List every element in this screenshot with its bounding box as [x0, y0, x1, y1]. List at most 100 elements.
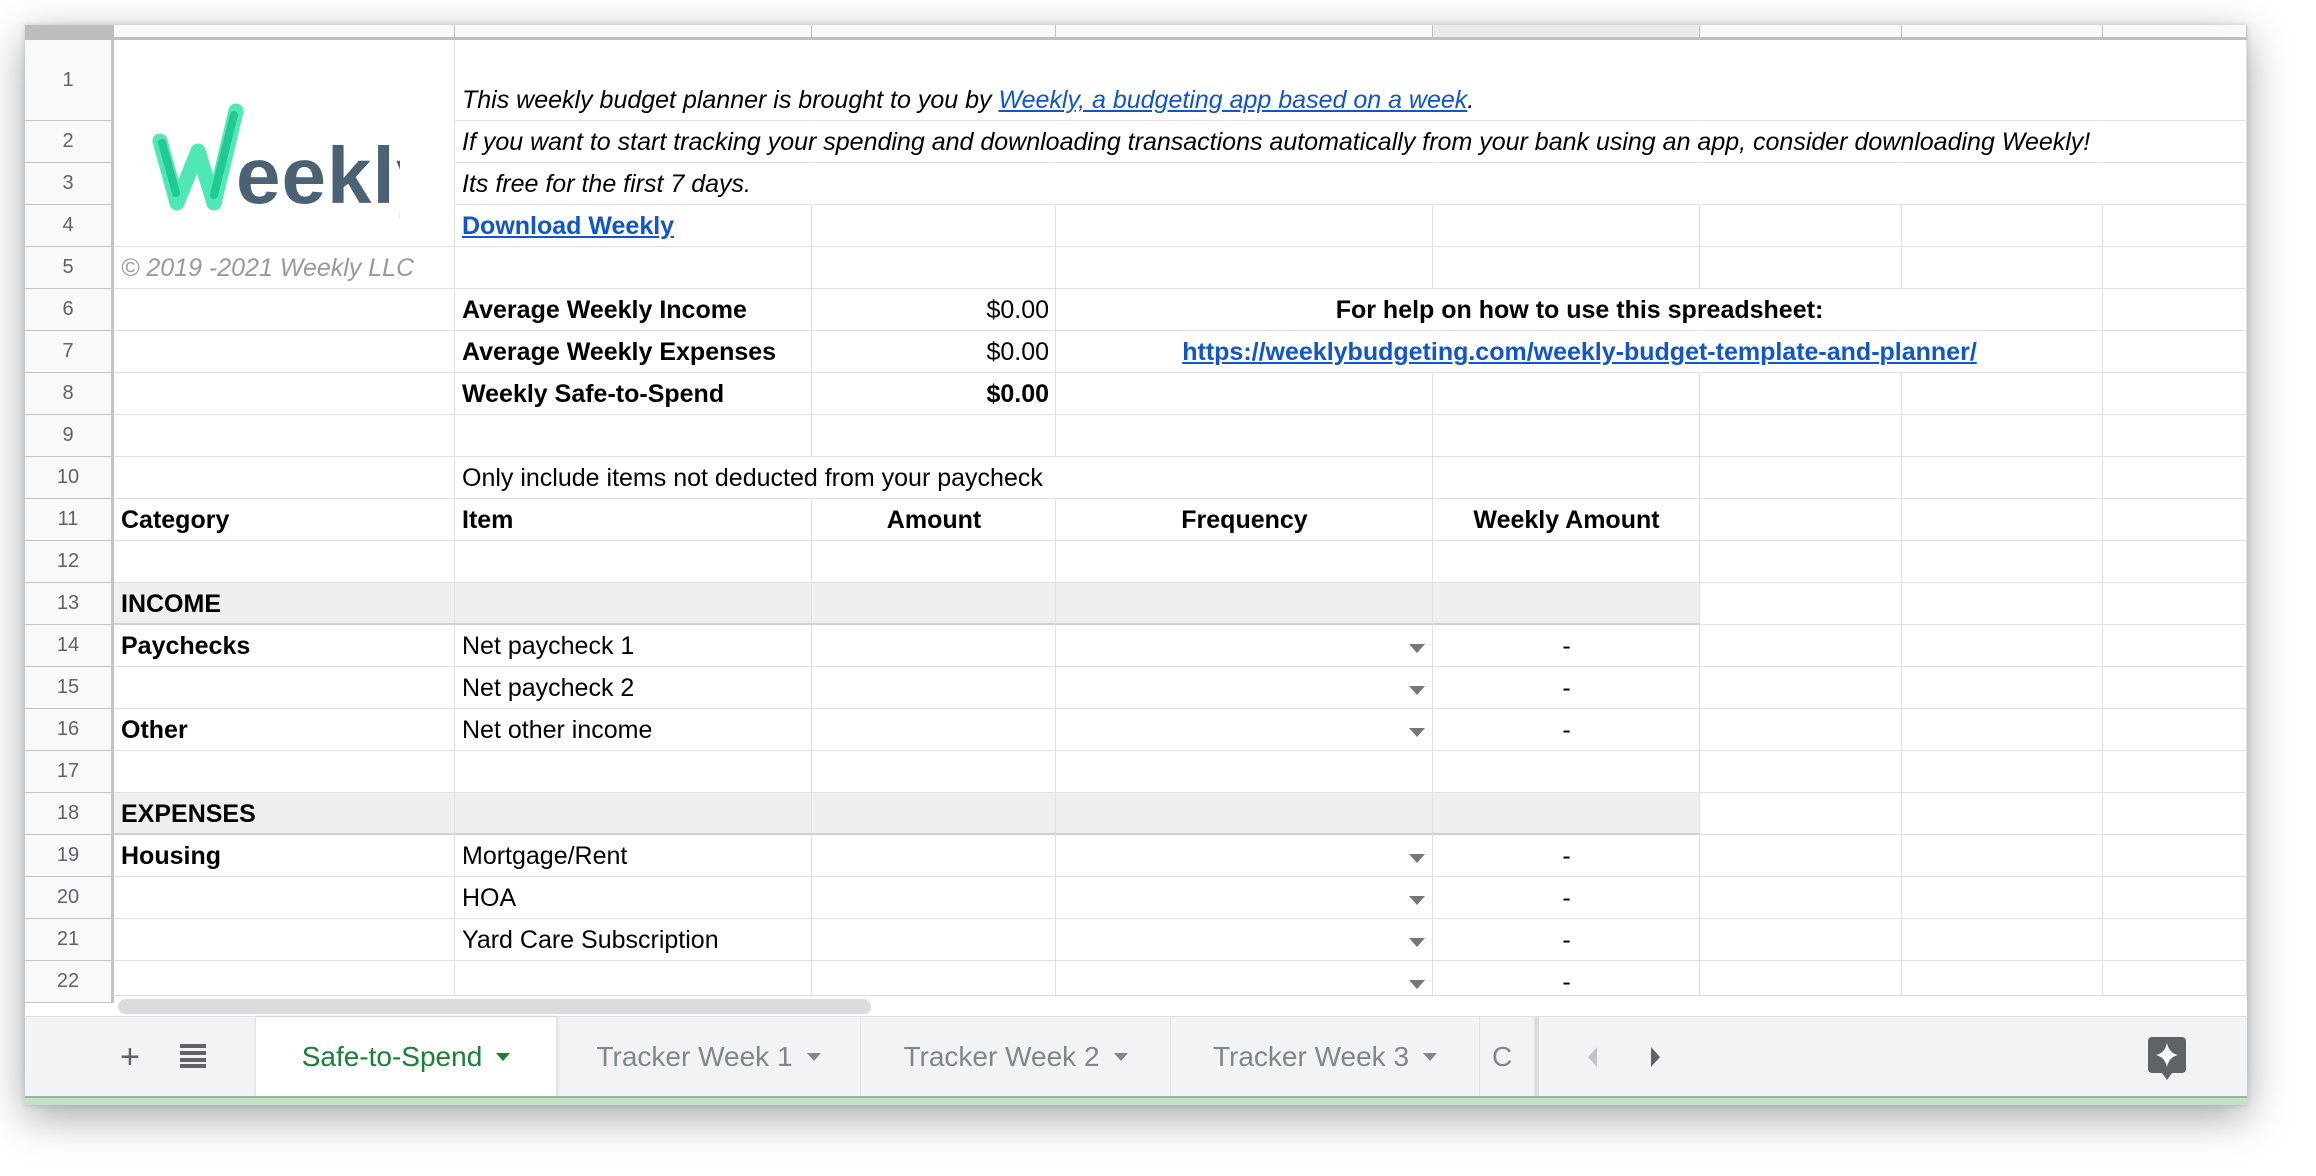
cell-a20[interactable]	[114, 877, 455, 919]
column-header-f[interactable]	[1700, 25, 1902, 40]
horizontal-scrollbar[interactable]	[114, 995, 2247, 1017]
cell-h7[interactable]	[2103, 331, 2247, 373]
cell-f3[interactable]	[1700, 163, 1902, 205]
cell-h17[interactable]	[2103, 751, 2247, 793]
cell-g8[interactable]	[1902, 373, 2103, 415]
cell-f12[interactable]	[1700, 541, 1902, 583]
chevron-down-icon[interactable]	[806, 1053, 821, 1061]
cell-g15[interactable]	[1902, 667, 2103, 709]
cell-c20[interactable]	[812, 877, 1056, 919]
cell-e8[interactable]	[1433, 373, 1700, 415]
row-header[interactable]: 18	[25, 793, 114, 835]
cell-a21[interactable]	[114, 919, 455, 961]
cell-h10[interactable]	[2103, 457, 2247, 499]
row-header[interactable]: 12	[25, 541, 114, 583]
cell-f16[interactable]	[1700, 709, 1902, 751]
select-all-corner[interactable]	[25, 25, 114, 40]
cell-f8[interactable]	[1700, 373, 1902, 415]
cell-a9[interactable]	[114, 415, 455, 457]
cell-c17[interactable]	[812, 751, 1056, 793]
cell-e10[interactable]	[1433, 457, 1700, 499]
row-header[interactable]: 9	[25, 415, 114, 457]
cell-d20[interactable]	[1056, 877, 1433, 919]
cell-c15[interactable]	[812, 667, 1056, 709]
column-header-c[interactable]	[812, 25, 1056, 40]
cell-h1[interactable]	[2103, 40, 2247, 121]
cell-e9[interactable]	[1433, 415, 1700, 457]
cell-f14[interactable]	[1700, 625, 1902, 667]
cell-h21[interactable]	[2103, 919, 2247, 961]
cell-c3[interactable]	[812, 163, 1056, 205]
cell-g3[interactable]	[1902, 163, 2103, 205]
cell-b17[interactable]	[455, 751, 812, 793]
tab-tracker-week-2[interactable]: Tracker Week 2	[861, 1017, 1171, 1097]
cell-g1[interactable]	[1902, 40, 2103, 121]
explore-icon[interactable]	[2148, 1037, 2186, 1081]
cell-g20[interactable]	[1902, 877, 2103, 919]
chevron-left-icon[interactable]	[1585, 1045, 1599, 1069]
row-header[interactable]: 4	[25, 205, 114, 247]
cell-h3[interactable]	[2103, 163, 2247, 205]
row-header[interactable]: 7	[25, 331, 114, 373]
frequency-dropdown-arrow[interactable]	[1409, 938, 1425, 947]
cell-h2[interactable]	[2103, 121, 2247, 163]
chevron-down-icon[interactable]	[1423, 1053, 1438, 1061]
cell-h11[interactable]	[2103, 499, 2247, 541]
cell-e18[interactable]	[1433, 793, 1700, 835]
cell-e12[interactable]	[1433, 541, 1700, 583]
cell-h8[interactable]	[2103, 373, 2247, 415]
cell-a6[interactable]	[114, 289, 455, 331]
cell-c9[interactable]	[812, 415, 1056, 457]
row-header[interactable]: 1	[25, 40, 114, 121]
cell-d8[interactable]	[1056, 373, 1433, 415]
cell-h4[interactable]	[2103, 205, 2247, 247]
frequency-dropdown-arrow[interactable]	[1409, 896, 1425, 905]
row-header[interactable]: 2	[25, 121, 114, 163]
cell-c18[interactable]	[812, 793, 1056, 835]
cell-e13[interactable]	[1433, 583, 1700, 625]
row-header[interactable]: 16	[25, 709, 114, 751]
cell-f1[interactable]	[1700, 40, 1902, 121]
cell-c14[interactable]	[812, 625, 1056, 667]
cell-h19[interactable]	[2103, 835, 2247, 877]
column-header-d[interactable]	[1056, 25, 1433, 40]
cell-d17[interactable]	[1056, 751, 1433, 793]
cell-d4[interactable]	[1056, 205, 1433, 247]
cell-a15[interactable]	[114, 667, 455, 709]
cell-c19[interactable]	[812, 835, 1056, 877]
cell-h9[interactable]	[2103, 415, 2247, 457]
cell-g12[interactable]	[1902, 541, 2103, 583]
row-header[interactable]: 15	[25, 667, 114, 709]
cell-g5[interactable]	[1902, 247, 2103, 289]
cell-d9[interactable]	[1056, 415, 1433, 457]
cell-g19[interactable]	[1902, 835, 2103, 877]
cell-f10[interactable]	[1700, 457, 1902, 499]
frequency-dropdown-arrow[interactable]	[1409, 686, 1425, 695]
hyperlink[interactable]: Download Weekly	[462, 212, 674, 240]
cell-c16[interactable]	[812, 709, 1056, 751]
cell-f20[interactable]	[1700, 877, 1902, 919]
cell-b13[interactable]	[455, 583, 812, 625]
cell-d10[interactable]	[1056, 457, 1433, 499]
all-sheets-icon[interactable]	[180, 1044, 206, 1068]
cell-d21[interactable]	[1056, 919, 1433, 961]
chevron-right-icon[interactable]	[1649, 1045, 1663, 1069]
cell-g13[interactable]	[1902, 583, 2103, 625]
row-header[interactable]: 17	[25, 751, 114, 793]
cell-g18[interactable]	[1902, 793, 2103, 835]
cell-h12[interactable]	[2103, 541, 2247, 583]
cell-f17[interactable]	[1700, 751, 1902, 793]
hyperlink[interactable]: https://weeklybudgeting.com/weekly-budge…	[1182, 338, 1977, 366]
cell-a7[interactable]	[114, 331, 455, 373]
cell-h13[interactable]	[2103, 583, 2247, 625]
row-header[interactable]: 10	[25, 457, 114, 499]
cell-b12[interactable]	[455, 541, 812, 583]
frequency-dropdown-arrow[interactable]	[1409, 728, 1425, 737]
cell-e4[interactable]	[1433, 205, 1700, 247]
cell-g9[interactable]	[1902, 415, 2103, 457]
cell-f15[interactable]	[1700, 667, 1902, 709]
frequency-dropdown-arrow[interactable]	[1409, 854, 1425, 863]
cell-d3[interactable]	[1056, 163, 1433, 205]
cell-h14[interactable]	[2103, 625, 2247, 667]
cell-d12[interactable]	[1056, 541, 1433, 583]
